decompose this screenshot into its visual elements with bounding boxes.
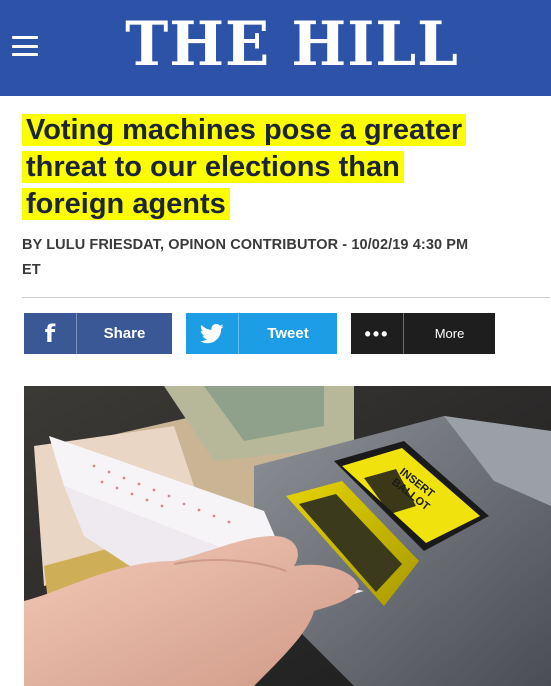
headline-line-1: Voting machines pose a greater xyxy=(22,114,467,146)
more-label: More xyxy=(434,326,465,341)
byline-timezone: ET xyxy=(22,262,41,278)
article-byline: BY LULU FRIESDAT, OPINON CONTRIBUTOR - 1… xyxy=(22,233,542,283)
headline-line-2: threat to our elections than xyxy=(22,151,404,183)
site-header: THE HILL xyxy=(0,0,551,96)
article-photo: INSERT BALLOT xyxy=(24,386,551,686)
facebook-icon: f xyxy=(24,313,77,354)
twitter-tweet-label: Tweet xyxy=(267,325,309,342)
more-dots-icon: ••• xyxy=(351,313,404,354)
ballot-machine-photo: INSERT BALLOT xyxy=(24,386,551,686)
headline-line-3: foreign agents xyxy=(22,188,230,220)
article-headline: Voting machines pose a greater threat to… xyxy=(22,112,542,223)
twitter-tweet-button[interactable]: Tweet xyxy=(186,313,337,354)
share-bar: f Share Tweet ••• More xyxy=(0,313,551,355)
more-share-button[interactable]: ••• More xyxy=(351,313,495,354)
divider xyxy=(22,297,550,298)
twitter-bird-icon xyxy=(186,313,239,354)
hamburger-menu-icon[interactable] xyxy=(12,36,38,56)
facebook-share-button[interactable]: f Share xyxy=(24,313,172,354)
site-logo[interactable]: THE HILL xyxy=(112,6,472,82)
facebook-share-label: Share xyxy=(103,325,146,342)
byline-author-date: BY LULU FRIESDAT, OPINON CONTRIBUTOR - 1… xyxy=(22,237,469,253)
